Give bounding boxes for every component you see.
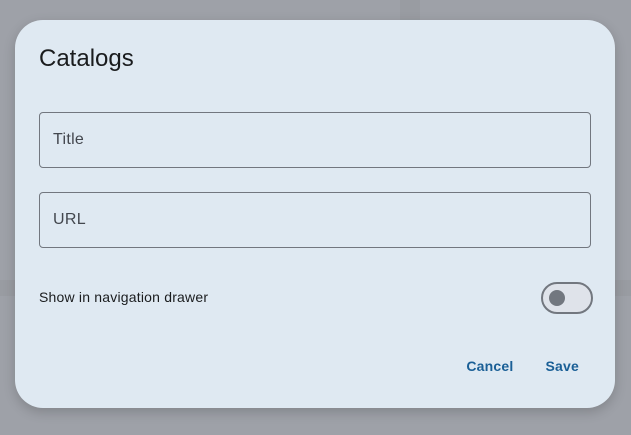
dialog-title: Catalogs bbox=[39, 45, 134, 72]
toggle-thumb bbox=[549, 290, 565, 306]
cancel-button[interactable]: Cancel bbox=[454, 348, 525, 384]
save-button[interactable]: Save bbox=[534, 348, 592, 384]
navigation-drawer-label: Show in navigation drawer bbox=[39, 289, 209, 305]
navigation-drawer-setting: Show in navigation drawer bbox=[39, 278, 593, 318]
dialog-actions: Cancel Save bbox=[454, 348, 591, 384]
url-field[interactable] bbox=[39, 192, 591, 248]
catalogs-dialog: Catalogs Show in navigation drawer Cance… bbox=[15, 20, 615, 408]
title-field[interactable] bbox=[39, 112, 591, 168]
title-input[interactable] bbox=[40, 113, 590, 167]
url-input[interactable] bbox=[40, 193, 590, 247]
navigation-drawer-toggle[interactable] bbox=[541, 282, 593, 314]
